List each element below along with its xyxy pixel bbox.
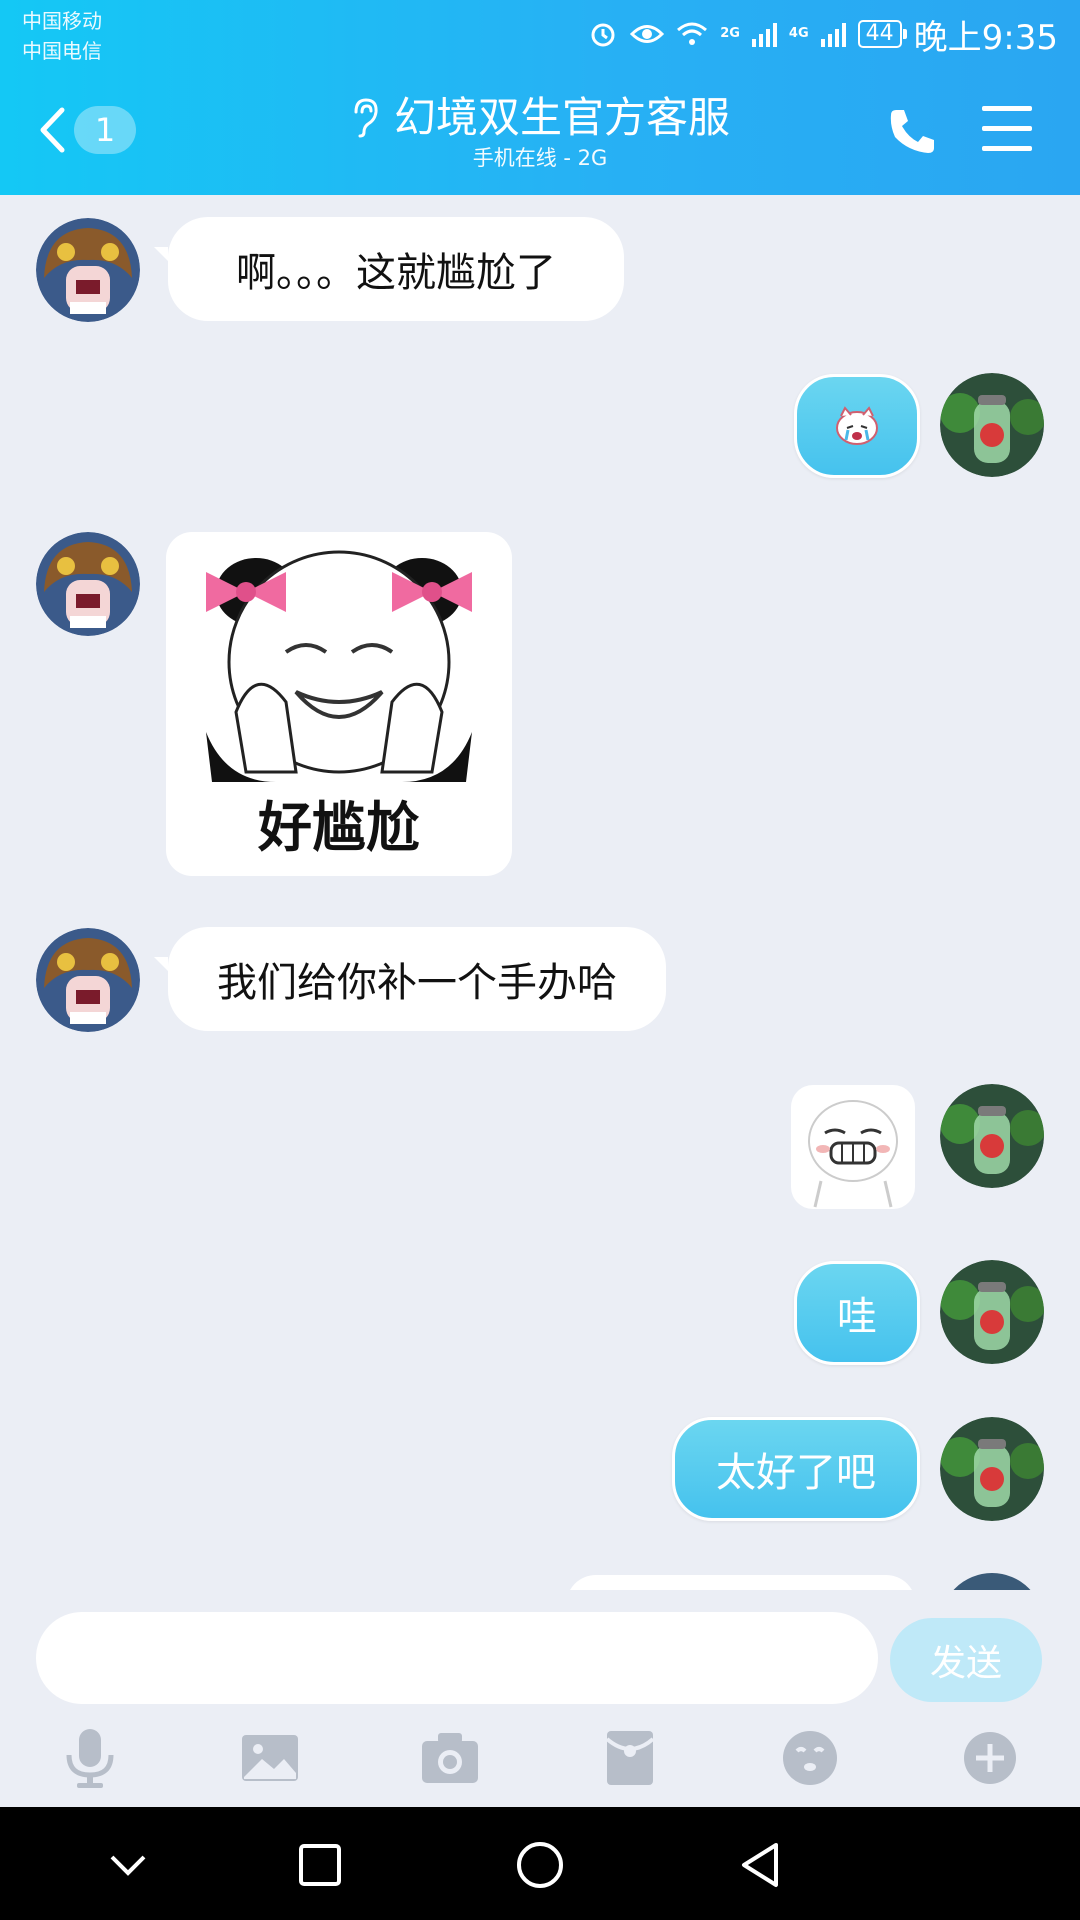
hamburger-icon — [982, 106, 1032, 151]
red-packet-icon — [605, 1731, 655, 1785]
message-bubble[interactable]: 我们给你补一个手办哈 — [168, 927, 666, 1031]
network-4g: 4G — [788, 26, 809, 41]
my-avatar[interactable] — [940, 1084, 1044, 1188]
camera-icon — [422, 1733, 478, 1783]
message-list[interactable]: 啊。。。这就尴尬了 好尴尬 我们给你补一个手办哈 哇 太好了吧 — [0, 195, 1080, 1590]
photo-button[interactable] — [232, 1720, 308, 1796]
grinning-face-sticker-icon — [808, 1100, 898, 1208]
ear-icon — [354, 98, 378, 138]
online-status: 手机在线 - 2G — [472, 146, 608, 170]
input-bar: 发送 — [0, 1590, 1080, 1807]
microphone-icon — [66, 1729, 114, 1788]
system-navigation-bar — [0, 1807, 1080, 1920]
message-text: 啊。。。这就尴尬了 — [236, 250, 556, 296]
carrier-1: 中国移动 — [22, 9, 102, 33]
battery-icon: 44 — [857, 20, 907, 48]
hide-keyboard-button[interactable] — [100, 1837, 156, 1893]
message-bubble[interactable]: 啊。。。这就尴尬了 — [168, 217, 624, 321]
phone-icon — [890, 110, 934, 153]
chat-header: 中国移动 中国电信 2G 4G 44 晚上9:35 1 幻境双生官方客服 手机在… — [0, 0, 1080, 195]
crying-cat-emoji-icon — [836, 406, 878, 445]
partial-message-bubble[interactable] — [566, 1575, 916, 1590]
recents-button[interactable] — [292, 1837, 348, 1893]
red-packet-button[interactable] — [592, 1720, 668, 1796]
message-bubble-outgoing[interactable]: 哇 — [794, 1261, 920, 1365]
sticker-caption: 好尴尬 — [258, 796, 420, 859]
network-2g: 2G — [720, 26, 740, 41]
grinning-sticker[interactable] — [791, 1085, 915, 1209]
system-back-button[interactable] — [732, 1837, 788, 1893]
status-icons: 2G 4G 44 晚上9:35 — [588, 12, 1058, 58]
panda-face-sticker-icon — [206, 550, 472, 782]
home-button[interactable] — [512, 1837, 568, 1893]
signal-icon-2 — [820, 21, 846, 47]
eye-icon — [630, 25, 665, 43]
service-avatar[interactable] — [36, 218, 140, 322]
panda-sticker[interactable]: 好尴尬 — [166, 532, 512, 876]
clock: 晚上9:35 — [913, 17, 1058, 58]
alarm-icon — [591, 23, 615, 47]
send-button[interactable]: 发送 — [890, 1618, 1042, 1702]
my-avatar[interactable] — [940, 373, 1044, 477]
message-bubble-outgoing[interactable]: 太好了吧 — [672, 1417, 920, 1521]
my-avatar[interactable] — [940, 1260, 1044, 1364]
triangle-back-icon — [742, 1843, 778, 1887]
square-icon — [299, 1844, 341, 1886]
chevron-left-icon — [40, 107, 65, 153]
plus-icon — [964, 1732, 1016, 1784]
signal-icon — [751, 21, 777, 47]
message-text: 我们给你补一个手办哈 — [217, 960, 617, 1006]
page-title: 幻境双生官方客服 — [393, 93, 730, 142]
service-avatar[interactable] — [36, 532, 140, 636]
call-button[interactable] — [886, 104, 940, 158]
camera-button[interactable] — [412, 1720, 488, 1796]
message-text: 哇 — [837, 1294, 877, 1340]
message-bubble-outgoing[interactable] — [794, 374, 920, 478]
image-icon — [242, 1735, 298, 1781]
circle-icon — [517, 1842, 563, 1888]
more-button[interactable] — [952, 1720, 1028, 1796]
menu-button[interactable] — [982, 106, 1032, 156]
chat-title-area[interactable]: 幻境双生官方客服 手机在线 - 2G — [300, 92, 780, 172]
emoji-icon — [783, 1731, 837, 1785]
message-input[interactable] — [36, 1612, 878, 1704]
emoji-button[interactable] — [772, 1720, 848, 1796]
unread-badge: 1 — [74, 106, 136, 154]
message-text: 太好了吧 — [716, 1450, 876, 1496]
carrier-info: 中国移动 中国电信 — [22, 6, 102, 66]
voice-button[interactable] — [52, 1720, 128, 1796]
back-button[interactable]: 1 — [38, 100, 148, 160]
my-avatar-partial[interactable] — [940, 1573, 1044, 1590]
input-toolbar — [0, 1720, 1080, 1800]
my-avatar[interactable] — [940, 1417, 1044, 1521]
chevron-down-icon — [110, 1855, 146, 1876]
wifi-icon — [677, 22, 708, 45]
carrier-2: 中国电信 — [22, 39, 102, 63]
service-avatar[interactable] — [36, 928, 140, 1032]
